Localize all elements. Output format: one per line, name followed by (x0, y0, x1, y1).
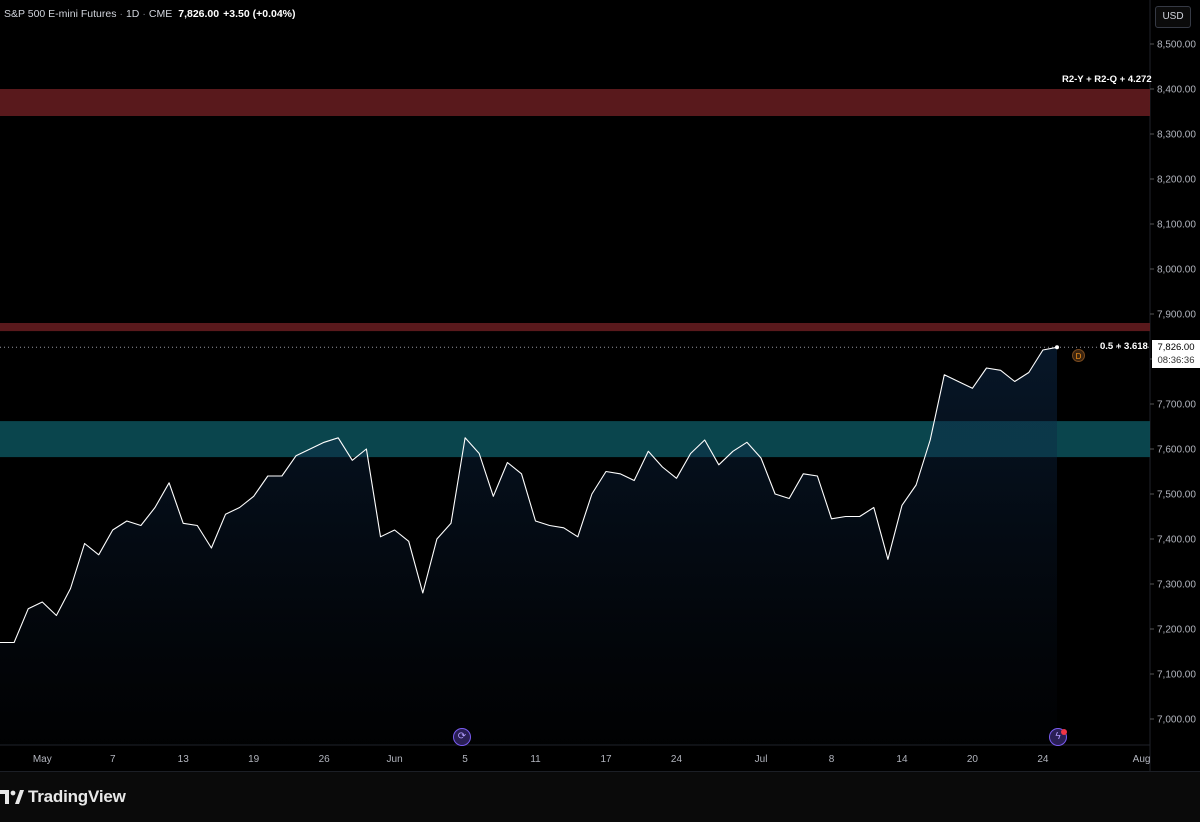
x-tick-label: 13 (178, 754, 190, 765)
tradingview-logo-icon (0, 790, 24, 804)
y-tick-label: 7,300.00 (1157, 580, 1196, 591)
x-tick-label: 11 (530, 754, 541, 765)
notification-dot (1061, 729, 1067, 735)
y-tick-label: 8,000.00 (1157, 265, 1196, 276)
arrow-circle-icon[interactable]: ⟳ (453, 728, 471, 746)
y-tick-label: 7,100.00 (1157, 670, 1196, 681)
x-tick-label: 8 (829, 754, 835, 765)
y-tick-label: 8,300.00 (1157, 130, 1196, 141)
y-tick-label: 7,500.00 (1157, 490, 1196, 501)
x-tick-label: 24 (671, 754, 683, 765)
interval[interactable]: 1D (126, 8, 139, 20)
x-tick-label: 19 (248, 754, 260, 765)
y-tick-label: 8,400.00 (1157, 85, 1196, 96)
x-tick-label: 24 (1037, 754, 1049, 765)
current-price: 7,826.00 (178, 8, 220, 20)
y-tick-label: 8,200.00 (1157, 175, 1196, 186)
x-tick-label: 17 (600, 754, 612, 765)
y-tick-label: 8,500.00 (1157, 40, 1196, 51)
symbol-header: S&P 500 E-mini Futures · 1D · CME 7,826.00 +3.… (4, 8, 296, 20)
r2-level-label: R2-Y + R2-Q + 4.272 (1062, 74, 1152, 85)
footer-bar: TradingView (0, 771, 1200, 822)
dividend-badge[interactable]: D (1072, 349, 1085, 362)
symbol-name[interactable]: S&P 500 E-mini Futures (4, 8, 116, 20)
x-tick-label: 14 (896, 754, 908, 765)
bar-countdown: 08:36:36 (1157, 355, 1195, 366)
zone-red-0 (0, 89, 1150, 116)
price-chart[interactable]: 7,000.00 7,100.00 7,200.00 7,300.00 7,400.00… (0, 0, 1200, 821)
last-price-tag: 7,826.00 08:36:36 (1152, 340, 1200, 368)
last-price-point (1055, 345, 1059, 350)
tradingview-brand[interactable]: TradingView (0, 786, 126, 808)
price-change: +3.50 (+0.04%) (223, 8, 296, 20)
exchange: CME (148, 8, 173, 20)
y-tick-label: 7,900.00 (1157, 310, 1196, 321)
y-tick-label: 7,700.00 (1157, 400, 1196, 411)
x-tick-label: Jun (387, 754, 403, 765)
last-price-value: 7,826.00 (1157, 342, 1195, 353)
x-tick-label: 5 (462, 754, 468, 765)
x-tick-label: Aug (1133, 754, 1151, 765)
y-tick-label: 8,100.00 (1157, 220, 1196, 231)
y-tick-label: 7,600.00 (1157, 445, 1196, 456)
x-tick-label: 7 (110, 754, 116, 765)
brand-name: TradingView (28, 787, 126, 806)
x-tick-label: May (33, 754, 52, 765)
y-tick-label: 7,000.00 (1157, 715, 1196, 726)
x-tick-label: 20 (967, 754, 979, 765)
y-tick-label: 7,200.00 (1157, 625, 1196, 636)
y-tick-label: 7,400.00 (1157, 535, 1196, 546)
x-tick-label: Jul (755, 754, 768, 765)
zone-red-1 (0, 323, 1150, 332)
half-level-label: 0.5 + 3.618 (1100, 341, 1148, 352)
currency-button[interactable]: USD (1155, 6, 1191, 28)
x-tick-label: 26 (319, 754, 331, 765)
